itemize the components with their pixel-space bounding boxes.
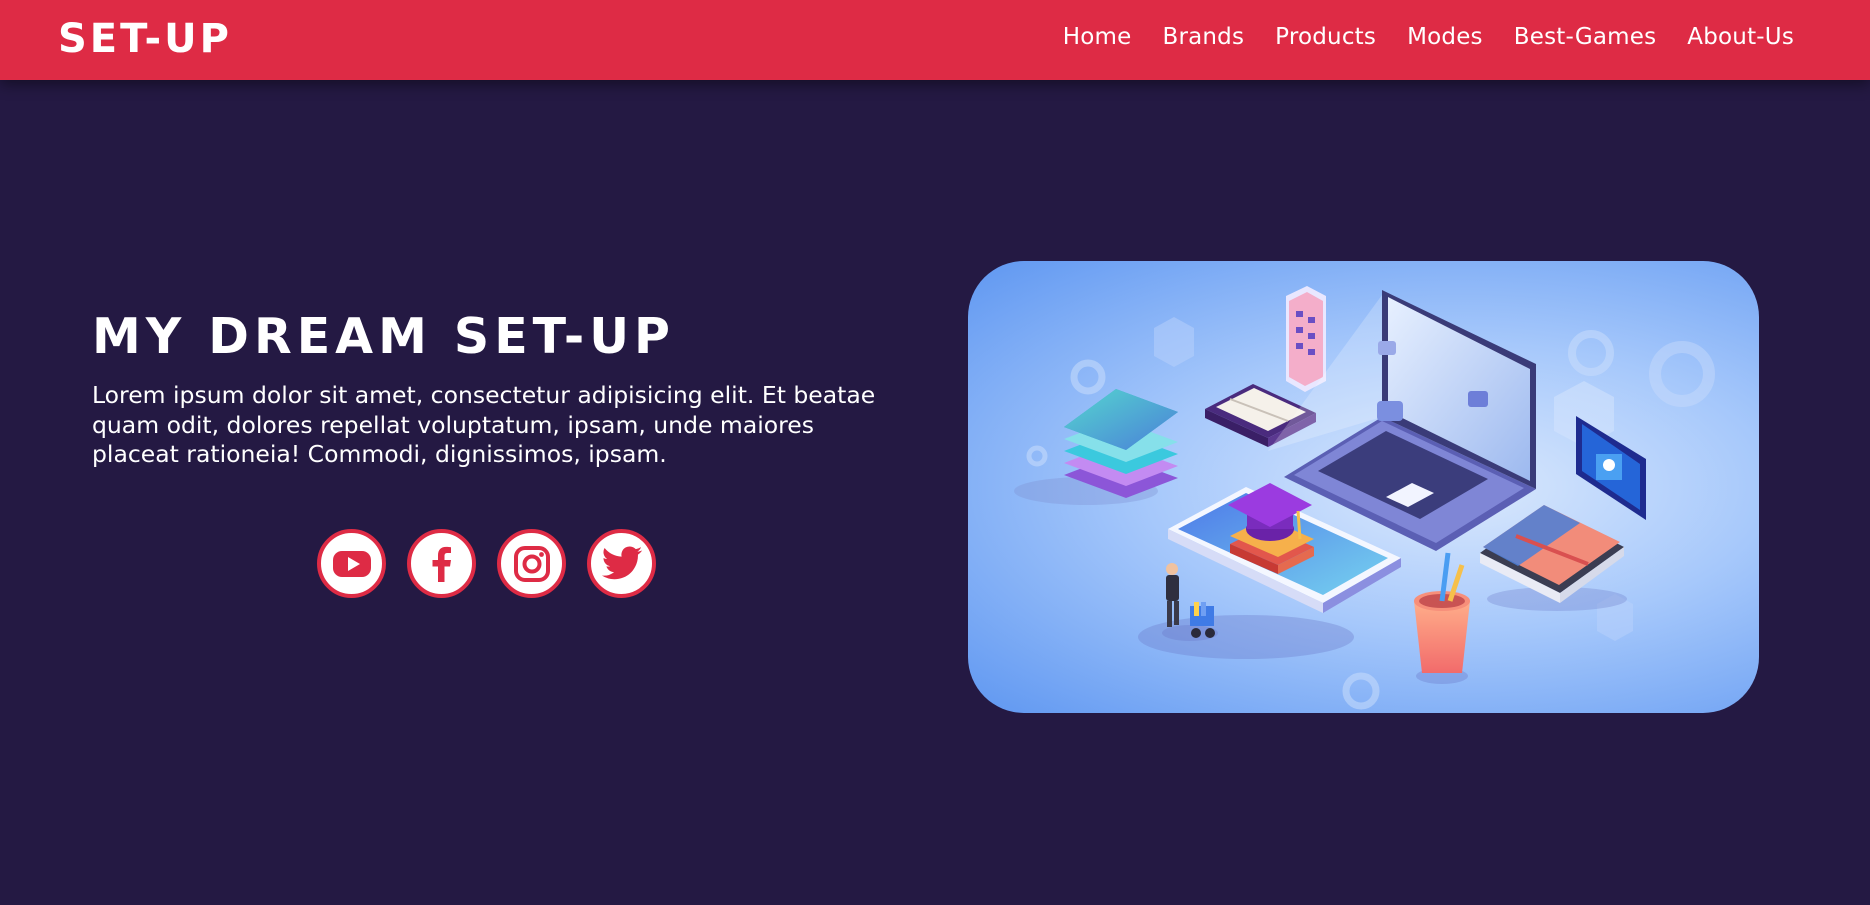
nav-link-brands[interactable]: Brands bbox=[1162, 24, 1244, 50]
instagram-button[interactable] bbox=[497, 529, 566, 598]
nav-link-home[interactable]: Home bbox=[1063, 24, 1132, 50]
nav-link-modes[interactable]: Modes bbox=[1407, 24, 1483, 50]
nav-link-best-games[interactable]: Best-Games bbox=[1514, 24, 1657, 50]
isometric-setup-illustration bbox=[1014, 286, 1715, 710]
twitter-icon bbox=[601, 545, 642, 579]
instagram-icon bbox=[513, 545, 550, 582]
youtube-button[interactable] bbox=[317, 529, 386, 598]
hero-description: Lorem ipsum dolor sit amet, consectetur … bbox=[92, 381, 876, 468]
youtube-icon bbox=[332, 550, 371, 577]
nav-link-about-us[interactable]: About-Us bbox=[1687, 24, 1794, 50]
navbar: SET-UP Home Brands Products Modes Best-G… bbox=[0, 0, 1870, 80]
site-logo[interactable]: SET-UP bbox=[58, 16, 232, 62]
hero-title: MY DREAM SET-UP bbox=[92, 308, 675, 365]
nav-link-products[interactable]: Products bbox=[1275, 24, 1376, 50]
nav-menu: Home Brands Products Modes Best-Games Ab… bbox=[1063, 24, 1794, 50]
hero-illustration bbox=[968, 261, 1759, 713]
twitter-button[interactable] bbox=[587, 529, 656, 598]
facebook-button[interactable] bbox=[407, 529, 476, 598]
social-links bbox=[317, 529, 656, 598]
facebook-icon bbox=[432, 546, 451, 582]
